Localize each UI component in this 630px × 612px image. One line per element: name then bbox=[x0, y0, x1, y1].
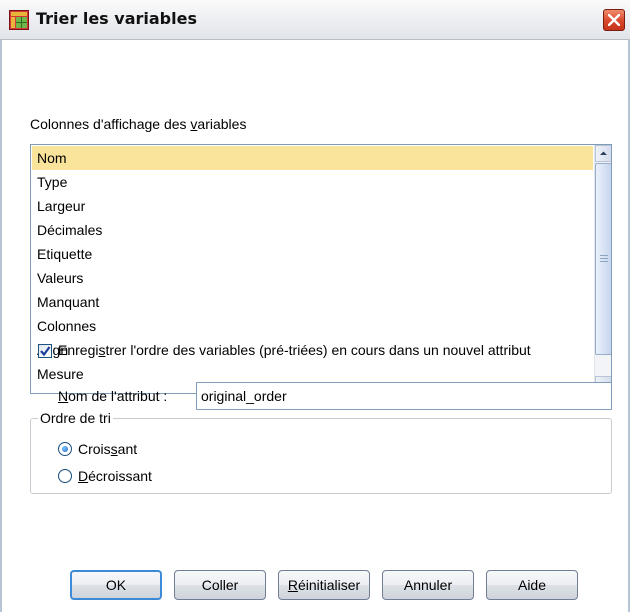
scrollbar-thumb[interactable] bbox=[595, 163, 611, 355]
cancel-button[interactable]: Annuler bbox=[382, 570, 474, 600]
thumb-grip bbox=[600, 261, 608, 262]
save-order-checkbox[interactable] bbox=[38, 344, 52, 358]
descending-option-label[interactable]: Décroissant bbox=[78, 468, 152, 484]
vertical-scrollbar[interactable] bbox=[594, 145, 611, 393]
save-order-label[interactable]: Enregistrer l'ordre des variables (pré-t… bbox=[58, 342, 531, 358]
paste-button[interactable]: Coller bbox=[174, 570, 266, 600]
attribute-name-input[interactable] bbox=[196, 382, 612, 410]
thumb-grip bbox=[600, 258, 608, 259]
help-button[interactable]: Aide bbox=[486, 570, 578, 600]
attribute-name-label: Nom de l'attribut : bbox=[58, 388, 168, 404]
list-item[interactable]: Colonnes bbox=[32, 314, 593, 338]
list-item[interactable]: Nom bbox=[32, 146, 593, 170]
radio-dot bbox=[62, 446, 68, 452]
list-item[interactable]: Manquant bbox=[32, 290, 593, 314]
list-item[interactable]: Valeurs bbox=[32, 266, 593, 290]
ok-button[interactable]: OK bbox=[70, 570, 162, 600]
list-item[interactable]: Largeur bbox=[32, 194, 593, 218]
close-icon bbox=[608, 14, 620, 26]
checkmark-icon bbox=[40, 346, 51, 357]
close-button[interactable] bbox=[603, 9, 625, 31]
arrow-up-icon bbox=[600, 151, 607, 155]
list-item[interactable]: Décimales bbox=[32, 218, 593, 242]
list-item[interactable]: Etiquette bbox=[32, 242, 593, 266]
sort-variables-dialog: Trier les variables Colonnes d'affichage… bbox=[0, 0, 630, 612]
sort-order-title: Ordre de tri bbox=[38, 410, 113, 426]
radio-unselected-icon[interactable] bbox=[58, 469, 72, 483]
thumb-grip bbox=[600, 255, 608, 256]
columns-label: Colonnes d'affichage des variables bbox=[30, 116, 247, 132]
ascending-option-label[interactable]: Croissant bbox=[78, 441, 137, 457]
dialog-title: Trier les variables bbox=[36, 9, 197, 28]
dialog-body: Colonnes d'affichage des variables Nom T… bbox=[2, 40, 628, 612]
scroll-up-button[interactable] bbox=[595, 145, 611, 162]
reset-button[interactable]: Réinitialiser bbox=[278, 570, 370, 600]
title-bar[interactable]: Trier les variables bbox=[0, 0, 630, 40]
list-item[interactable]: Type bbox=[32, 170, 593, 194]
data-grid-icon bbox=[9, 10, 29, 30]
radio-selected-icon[interactable] bbox=[58, 442, 72, 456]
